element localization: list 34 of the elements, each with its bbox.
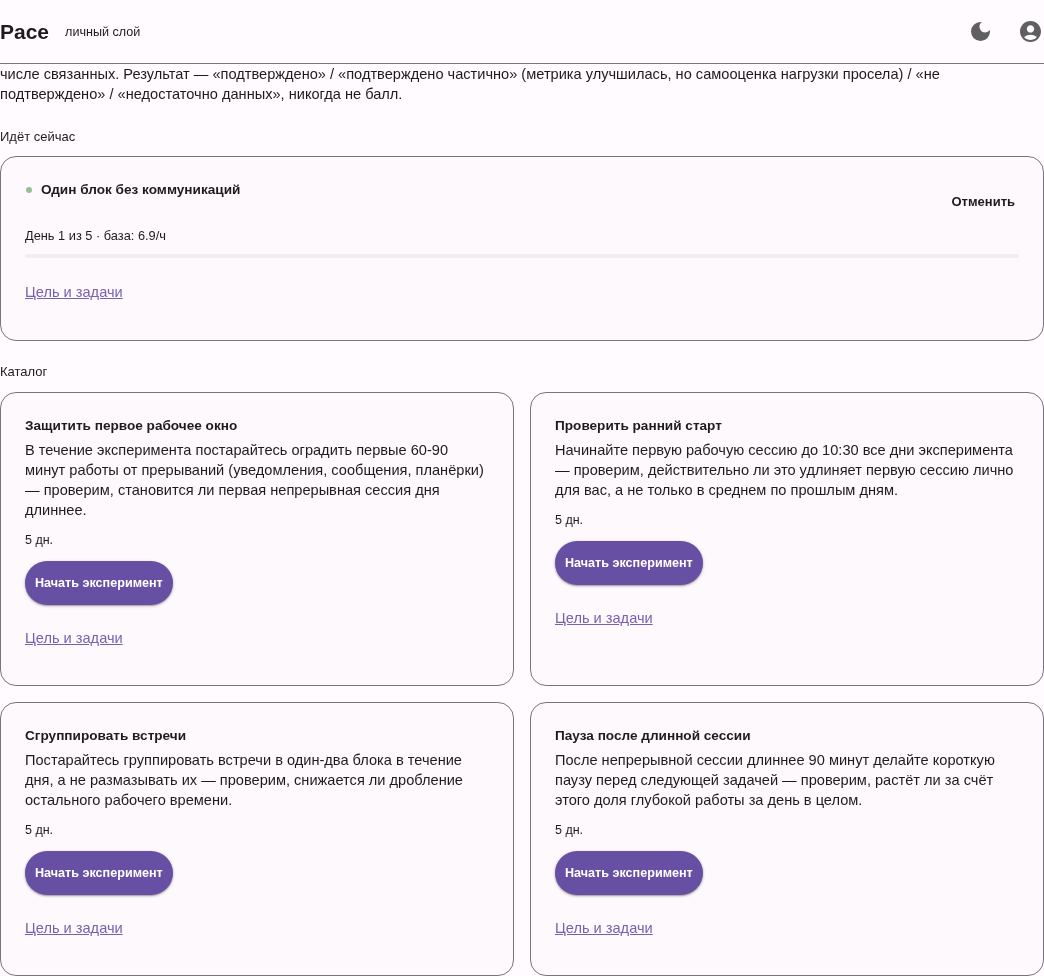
start-button[interactable]: Начать эксперимент (25, 561, 173, 605)
duration-text: 5 дн. (25, 532, 55, 548)
card-title: Сгруппировать встречи (25, 727, 188, 745)
card-title: Пауза после длинной сессии (555, 727, 752, 745)
duration-text: 5 дн. (555, 512, 585, 528)
app-subtitle: личный слой (65, 23, 141, 40)
section-heading: Идёт сейчас (0, 129, 77, 145)
status-dot-icon (26, 187, 32, 193)
intro-text: числе связанных. Результат — «подтверждено» / «подтверждено частично» (метрика улучшилась, но самооценка нагрузки просела) / «не подтверждено» / «недостаточно данных», никогда не балл. (0, 65, 941, 104)
cancel-button[interactable]: Отменить (947, 181, 1019, 221)
section-heading: Каталог (0, 364, 49, 380)
goals-link[interactable]: Цель и задачи (555, 608, 653, 628)
card-description: Постарайтесь группировать встречи в один-два блока в течение дня, а не размазывать их — проверим, снижается ли дробление остального рабочего времени. (25, 751, 464, 810)
card-title: Защитить первое рабочее окно (25, 417, 239, 435)
account-icon (1020, 21, 1041, 42)
experiment-title: Один блок без коммуникаций (41, 181, 241, 199)
start-button[interactable]: Начать эксперимент (555, 541, 703, 585)
experiment-meta: День 1 из 5 · база: 6.9/ч (25, 228, 167, 244)
card-description: Начинайте первую рабочую сессию до 10:30 все дни эксперимента — проверим, действительно ли это удлиняет первую сессию лично для вас, а не только в среднем по прошлым дням. (555, 441, 1015, 500)
moon-icon (971, 22, 990, 41)
theme-toggle-button[interactable] (971, 22, 990, 41)
card-title: Проверить ранний старт (555, 417, 723, 435)
duration-text: 5 дн. (25, 822, 55, 838)
card-description: После непрерывной сессии длиннее 90 минут делайте короткую паузу перед следующей задачей — проверим, растёт ли за счёт этого доля глубокой работы за день в целом. (555, 751, 996, 810)
account-button[interactable] (1020, 21, 1041, 42)
duration-text: 5 дн. (555, 822, 585, 838)
start-button[interactable]: Начать эксперимент (555, 851, 703, 895)
goals-link[interactable]: Цель и задачи (25, 282, 123, 302)
app-title: Pace (0, 18, 50, 45)
goals-link[interactable]: Цель и задачи (555, 918, 653, 938)
start-button[interactable]: Начать эксперимент (25, 851, 173, 895)
card-description: В течение эксперимента постарайтесь оградить первые 60-90 минут работы от прерываний (уведомления, сообщения, планёрки) — проверим, становится ли первая непрерывная сессия дня длиннее. (25, 441, 485, 520)
goals-link[interactable]: Цель и задачи (25, 628, 123, 648)
goals-link[interactable]: Цель и задачи (25, 918, 123, 938)
